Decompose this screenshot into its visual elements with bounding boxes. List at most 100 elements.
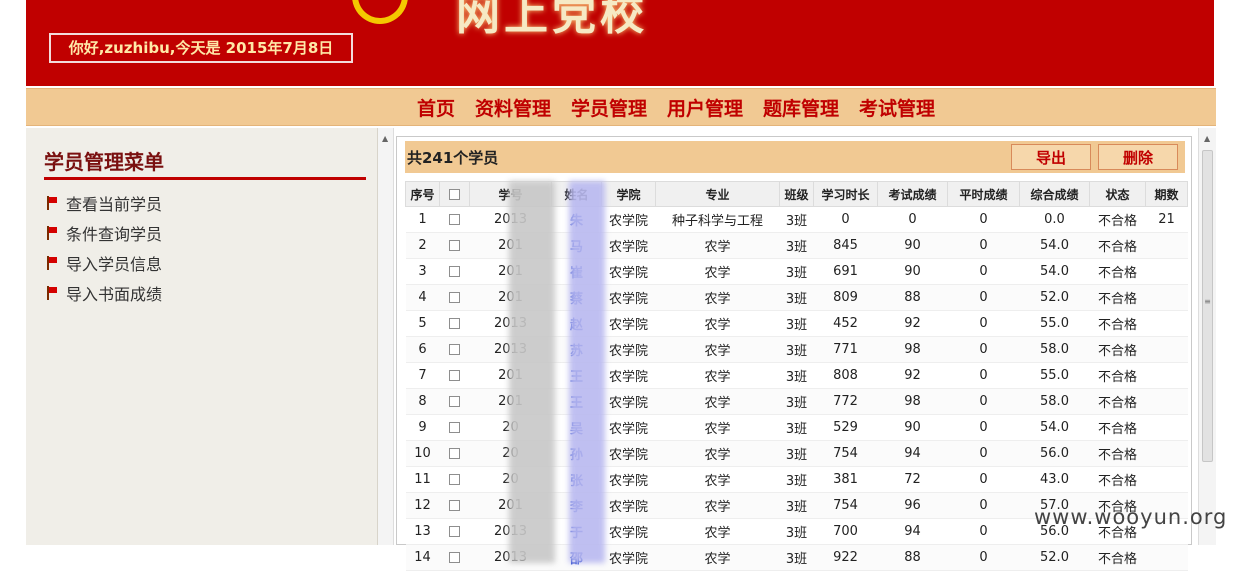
redaction-blur-name	[569, 181, 605, 563]
row-checkbox[interactable]	[449, 214, 460, 225]
sidebar-item-import-scores[interactable]: 导入书面成绩	[46, 278, 162, 308]
cell-index: 14	[405, 544, 440, 571]
cell-class: 3班	[779, 388, 814, 415]
cell-study-time: 771	[813, 336, 878, 363]
cell-status: 不合格	[1089, 440, 1146, 467]
cell-select	[439, 492, 470, 519]
cell-select	[439, 284, 470, 311]
cell-select	[439, 544, 470, 571]
cell-study-time: 808	[813, 362, 878, 389]
student-list-panel: 共241个学员 导出 删除 序号 学号 姓名 学院	[396, 136, 1192, 571]
frame-scrollbar-right[interactable]: ▲ ≡	[1198, 128, 1216, 545]
scroll-up-arrow-icon[interactable]: ▲	[382, 134, 388, 143]
nav-students[interactable]: 学员管理	[571, 94, 647, 121]
cell-college: 农学院	[601, 388, 656, 415]
cell-index: 6	[405, 336, 440, 363]
row-checkbox[interactable]	[449, 344, 460, 355]
select-all-checkbox[interactable]	[449, 189, 460, 200]
scroll-up-arrow-icon[interactable]: ▲	[1204, 134, 1210, 143]
row-checkbox[interactable]	[449, 552, 460, 563]
cell-class: 3班	[779, 362, 814, 389]
cell-status: 不合格	[1089, 284, 1146, 311]
col-header-index: 序号	[405, 181, 440, 207]
col-header-exam-score: 考试成绩	[877, 181, 948, 207]
row-checkbox[interactable]	[449, 240, 460, 251]
site-logo-text: 网上党校	[456, 0, 648, 40]
cell-index: 3	[405, 258, 440, 285]
row-checkbox[interactable]	[449, 526, 460, 537]
cell-study-time: 809	[813, 284, 878, 311]
cell-class: 3班	[779, 466, 814, 493]
sidebar-item-label: 条件查询学员	[66, 225, 163, 244]
cell-total-score: 54.0	[1019, 258, 1090, 285]
cell-major: 农学	[655, 492, 780, 519]
sidebar-item-query-students[interactable]: 条件查询学员	[46, 218, 162, 248]
scrollbar-thumb[interactable]	[1202, 150, 1213, 462]
cell-usual-score: 0	[947, 414, 1020, 441]
nav-materials[interactable]: 资料管理	[475, 94, 551, 121]
sidebar-item-import-students[interactable]: 导入学员信息	[46, 248, 162, 278]
col-header-total-score: 综合成绩	[1019, 181, 1090, 207]
cell-total-score: 56.0	[1019, 440, 1090, 467]
cell-index: 4	[405, 284, 440, 311]
nav-home[interactable]: 首页	[417, 94, 455, 121]
nav-question-bank[interactable]: 题库管理	[763, 94, 839, 121]
row-checkbox[interactable]	[449, 500, 460, 511]
cell-college: 农学院	[601, 544, 656, 571]
cell-study-time: 0	[813, 206, 878, 233]
row-checkbox[interactable]	[449, 422, 460, 433]
nav-exams[interactable]: 考试管理	[859, 94, 935, 121]
sidebar-title: 学员管理菜单	[44, 146, 366, 180]
cell-usual-score: 0	[947, 258, 1020, 285]
cell-exam-score: 96	[877, 492, 948, 519]
row-checkbox[interactable]	[449, 318, 460, 329]
cell-status: 不合格	[1089, 544, 1146, 571]
delete-button[interactable]: 删除	[1098, 144, 1178, 170]
row-checkbox[interactable]	[449, 292, 460, 303]
cell-select	[439, 440, 470, 467]
row-checkbox[interactable]	[449, 266, 460, 277]
cell-class: 3班	[779, 440, 814, 467]
content-frame: ▲ 共241个学员 导出 删除 序号 学号	[378, 128, 1216, 571]
greeting-box: 你好,zuzhibu,今天是 2015年7月8日	[49, 33, 353, 63]
cell-usual-score: 0	[947, 232, 1020, 259]
cell-college: 农学院	[601, 440, 656, 467]
flag-icon	[46, 256, 58, 270]
cell-index: 9	[405, 414, 440, 441]
cell-major: 农学	[655, 336, 780, 363]
cell-total-score: 52.0	[1019, 544, 1090, 571]
row-checkbox[interactable]	[449, 474, 460, 485]
cell-study-time: 754	[813, 440, 878, 467]
cell-usual-score: 0	[947, 466, 1020, 493]
row-checkbox[interactable]	[449, 448, 460, 459]
cell-college: 农学院	[601, 258, 656, 285]
cell-major: 农学	[655, 466, 780, 493]
cell-class: 3班	[779, 232, 814, 259]
main-nav: 首页 资料管理 学员管理 用户管理 题库管理 考试管理	[26, 88, 1216, 126]
sidebar-item-view-students[interactable]: 查看当前学员	[46, 188, 162, 218]
col-header-status: 状态	[1089, 181, 1146, 207]
cell-term	[1145, 440, 1188, 467]
flag-icon	[46, 286, 58, 300]
nav-users[interactable]: 用户管理	[667, 94, 743, 121]
cell-total-score: 0.0	[1019, 206, 1090, 233]
row-checkbox[interactable]	[449, 370, 460, 381]
cell-select	[439, 206, 470, 233]
export-button[interactable]: 导出	[1011, 144, 1091, 170]
panel-header: 共241个学员 导出 删除	[405, 141, 1185, 173]
cell-exam-score: 92	[877, 362, 948, 389]
cell-select	[439, 310, 470, 337]
cell-index: 5	[405, 310, 440, 337]
cell-select	[439, 388, 470, 415]
cell-class: 3班	[779, 544, 814, 571]
cell-index: 2	[405, 232, 440, 259]
student-count: 共241个学员	[407, 149, 499, 167]
cell-study-time: 922	[813, 544, 878, 571]
cell-status: 不合格	[1089, 310, 1146, 337]
cell-term	[1145, 466, 1188, 493]
sidebar-item-label: 查看当前学员	[66, 195, 163, 214]
cell-term: 21	[1145, 206, 1188, 233]
cell-total-score: 52.0	[1019, 284, 1090, 311]
row-checkbox[interactable]	[449, 396, 460, 407]
frame-scrollbar-left[interactable]: ▲	[378, 128, 394, 545]
